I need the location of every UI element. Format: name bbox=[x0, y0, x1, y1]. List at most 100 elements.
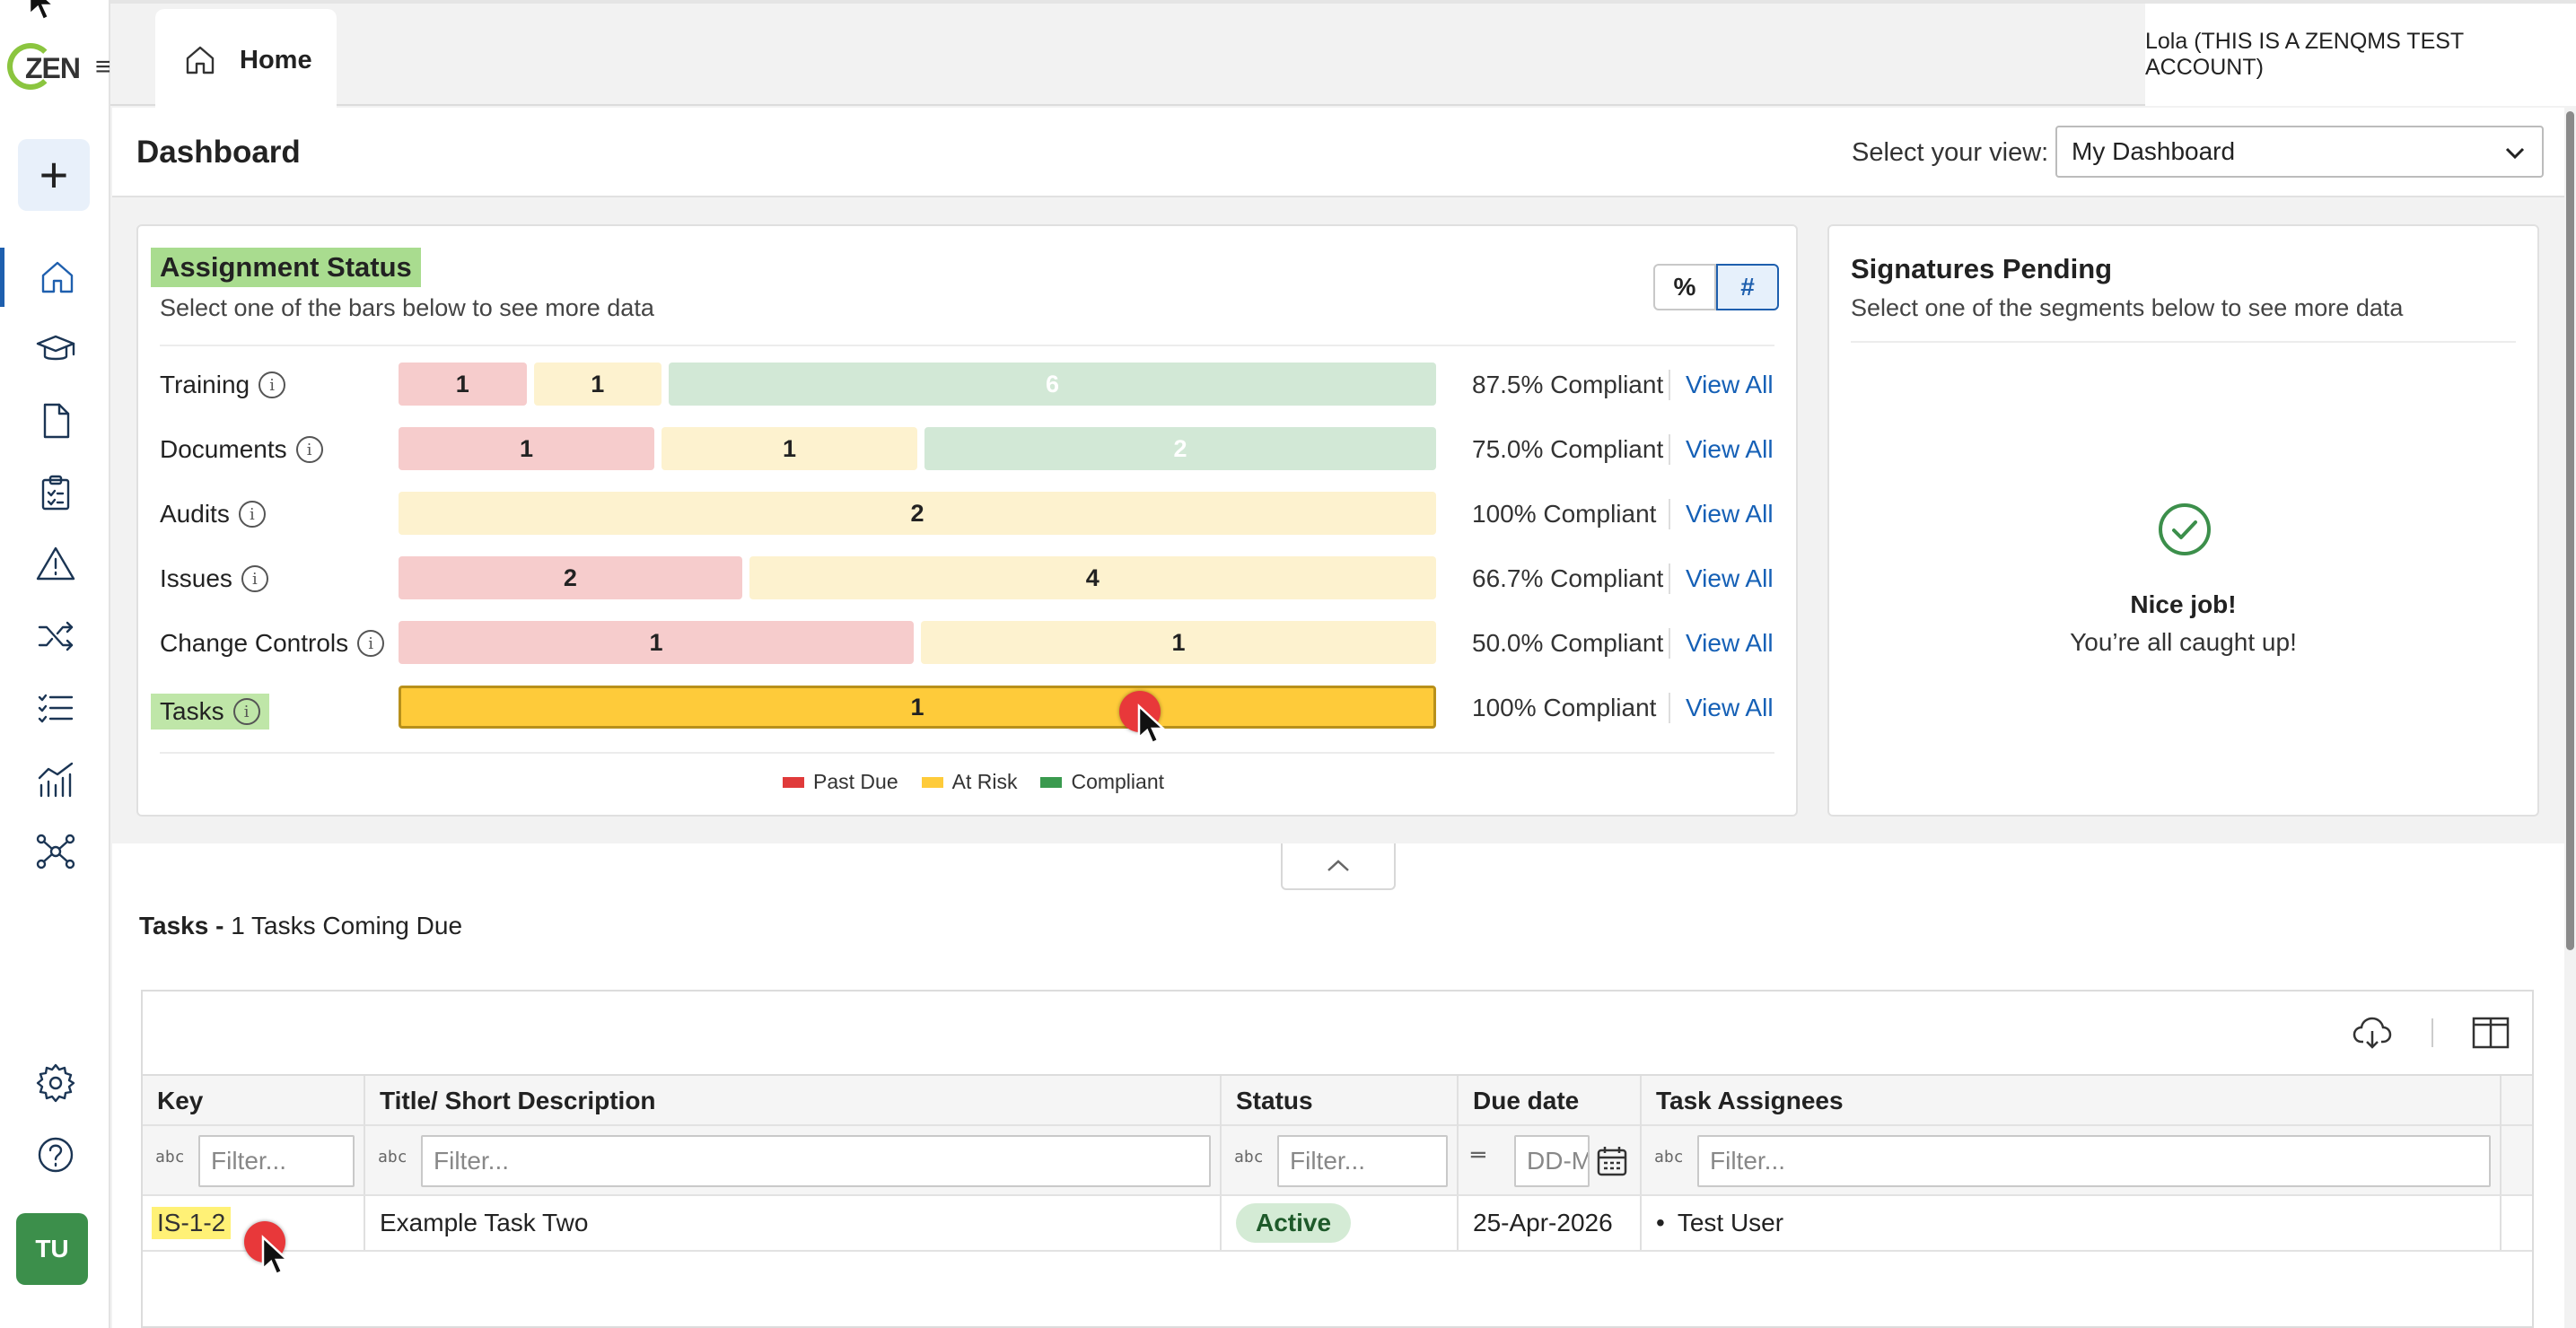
bar-past-due[interactable]: 1 bbox=[399, 427, 654, 470]
column-header-due-date[interactable]: Due date bbox=[1459, 1076, 1642, 1126]
columns-panel-icon[interactable] bbox=[2471, 1015, 2510, 1051]
dashboard-header: Dashboard Select your view: My Dashboard bbox=[112, 108, 2564, 197]
bar-at-risk[interactable]: 1 bbox=[533, 363, 662, 406]
toggle-percent[interactable]: % bbox=[1653, 264, 1716, 310]
change-control-shuffle-icon bbox=[38, 621, 73, 651]
assignment-row-issues: Issues i 2 4 66.7% Compliant View All bbox=[138, 556, 1800, 603]
nav-tasks[interactable] bbox=[0, 678, 110, 738]
info-icon[interactable]: i bbox=[357, 630, 385, 657]
info-icon[interactable]: i bbox=[258, 371, 286, 398]
left-navigation: ZEN ≡ + TU bbox=[0, 0, 111, 1328]
column-header-status[interactable]: Status bbox=[1222, 1076, 1459, 1126]
task-key-link[interactable]: IS-1-2 bbox=[152, 1207, 232, 1239]
view-all-link[interactable]: View All bbox=[1686, 694, 1774, 722]
help-icon bbox=[38, 1137, 73, 1173]
text-filter-icon[interactable]: a͏bc bbox=[1234, 1148, 1264, 1166]
chevron-up-icon bbox=[1327, 860, 1349, 871]
row-label-text: Audits bbox=[160, 500, 230, 528]
create-new-button[interactable]: + bbox=[18, 139, 90, 211]
view-all-link[interactable]: View All bbox=[1686, 564, 1774, 593]
filter-assignees-input[interactable]: Filter... bbox=[1697, 1135, 2491, 1187]
nav-audits[interactable] bbox=[0, 463, 110, 522]
text-filter-icon[interactable]: a͏bc bbox=[155, 1148, 185, 1166]
column-header-title[interactable]: Title/ Short Description bbox=[365, 1076, 1222, 1126]
status-badge: Active bbox=[1236, 1203, 1352, 1243]
nav-training[interactable] bbox=[0, 319, 110, 379]
training-icon bbox=[36, 335, 74, 361]
assignment-row-audits: Audits i 2 100% Compliant View All bbox=[138, 492, 1800, 538]
divider bbox=[1669, 370, 1670, 400]
nav-settings[interactable] bbox=[0, 1053, 110, 1113]
bar-at-risk[interactable]: 1 bbox=[399, 686, 1436, 729]
bar-compliant[interactable]: 6 bbox=[669, 363, 1436, 406]
nav-issues[interactable] bbox=[0, 535, 110, 594]
nav-network[interactable] bbox=[0, 822, 110, 881]
bar-at-risk[interactable]: 1 bbox=[921, 621, 1436, 664]
column-header-key[interactable]: Key bbox=[143, 1076, 365, 1126]
user-name: Lola (THIS IS A ZENQMS TEST ACCOUNT) bbox=[2145, 29, 2464, 80]
view-select[interactable]: My Dashboard bbox=[2055, 126, 2544, 178]
scrollbar-thumb[interactable] bbox=[2566, 111, 2574, 950]
bar-past-due[interactable]: 1 bbox=[399, 621, 914, 664]
view-all-link[interactable]: View All bbox=[1686, 435, 1774, 464]
network-icon bbox=[36, 834, 74, 869]
legend-label: Past Due bbox=[813, 770, 898, 793]
bar-at-risk[interactable]: 4 bbox=[749, 556, 1436, 599]
status-bar: 24 bbox=[399, 556, 1436, 599]
divider bbox=[160, 752, 1774, 754]
compliance-percent: 100% Compliant bbox=[1472, 500, 1657, 528]
tasks-heading: Tasks - 1 Tasks Coming Due bbox=[139, 912, 462, 940]
info-icon[interactable]: i bbox=[232, 698, 260, 725]
nav-home[interactable] bbox=[0, 248, 110, 307]
view-all-link[interactable]: View All bbox=[1686, 371, 1774, 399]
cell-due-date: 25-Apr-2026 bbox=[1459, 1196, 1642, 1250]
cloud-download-icon[interactable] bbox=[2351, 1011, 2394, 1054]
info-icon[interactable]: i bbox=[241, 565, 268, 592]
column-header-assignees[interactable]: Task Assignees bbox=[1642, 1076, 2502, 1126]
legend-swatch bbox=[783, 776, 804, 788]
filter-cell-key: a͏bc Filter... bbox=[143, 1126, 365, 1194]
nav-help[interactable] bbox=[0, 1125, 110, 1184]
bar-past-due[interactable]: 1 bbox=[399, 363, 527, 406]
table-row[interactable]: IS-1-2 Example Task Two Active 25-Apr-20… bbox=[143, 1196, 2532, 1252]
tab-home-label: Home bbox=[240, 45, 312, 74]
filter-due-date-input[interactable]: DD-M bbox=[1514, 1135, 1590, 1187]
filter-key-input[interactable]: Filter... bbox=[198, 1135, 355, 1187]
zen-logo[interactable]: ZEN bbox=[7, 41, 81, 93]
assignee-name: Test User bbox=[1677, 1209, 1784, 1236]
user-account-menu[interactable]: Lola (THIS IS A ZENQMS TEST ACCOUNT) bbox=[2145, 4, 2576, 106]
collapse-button[interactable] bbox=[1281, 843, 1396, 890]
user-avatar[interactable]: TU bbox=[16, 1213, 88, 1285]
cell-title: Example Task Two bbox=[365, 1196, 1222, 1250]
legend-compliant: Compliant bbox=[1040, 770, 1164, 794]
nav-reports[interactable] bbox=[0, 750, 110, 809]
row-label: Training i bbox=[160, 371, 286, 399]
tab-home[interactable]: Home bbox=[155, 9, 337, 111]
equals-filter-icon[interactable]: ═ bbox=[1471, 1142, 1485, 1169]
text-filter-icon[interactable]: a͏bc bbox=[1654, 1148, 1684, 1166]
bar-past-due[interactable]: 2 bbox=[399, 556, 742, 599]
nav-change-controls[interactable] bbox=[0, 607, 110, 666]
row-label-text: Documents bbox=[160, 435, 287, 463]
row-label: Audits i bbox=[160, 500, 266, 529]
filter-title-input[interactable]: Filter... bbox=[421, 1135, 1211, 1187]
mouse-cursor-icon bbox=[28, 0, 57, 22]
bar-at-risk[interactable]: 2 bbox=[399, 492, 1436, 535]
info-icon[interactable]: i bbox=[238, 501, 266, 528]
bar-compliant[interactable]: 2 bbox=[924, 427, 1436, 470]
row-label-text: Issues bbox=[160, 564, 232, 592]
calendar-icon[interactable] bbox=[1595, 1144, 1629, 1178]
divider bbox=[1669, 564, 1670, 594]
legend-swatch bbox=[921, 776, 943, 788]
divider bbox=[1669, 693, 1670, 723]
view-all-link[interactable]: View All bbox=[1686, 500, 1774, 529]
bar-at-risk[interactable]: 1 bbox=[662, 427, 917, 470]
info-icon[interactable]: i bbox=[295, 436, 323, 463]
text-filter-icon[interactable]: a͏bc bbox=[378, 1148, 407, 1166]
toggle-count[interactable]: # bbox=[1716, 264, 1779, 310]
hamburger-menu-icon[interactable]: ≡ bbox=[95, 54, 111, 81]
filter-status-input[interactable]: Filter... bbox=[1277, 1135, 1448, 1187]
legend-at-risk: At Risk bbox=[921, 770, 1017, 794]
nav-documents[interactable] bbox=[0, 391, 110, 450]
view-all-link[interactable]: View All bbox=[1686, 629, 1774, 658]
